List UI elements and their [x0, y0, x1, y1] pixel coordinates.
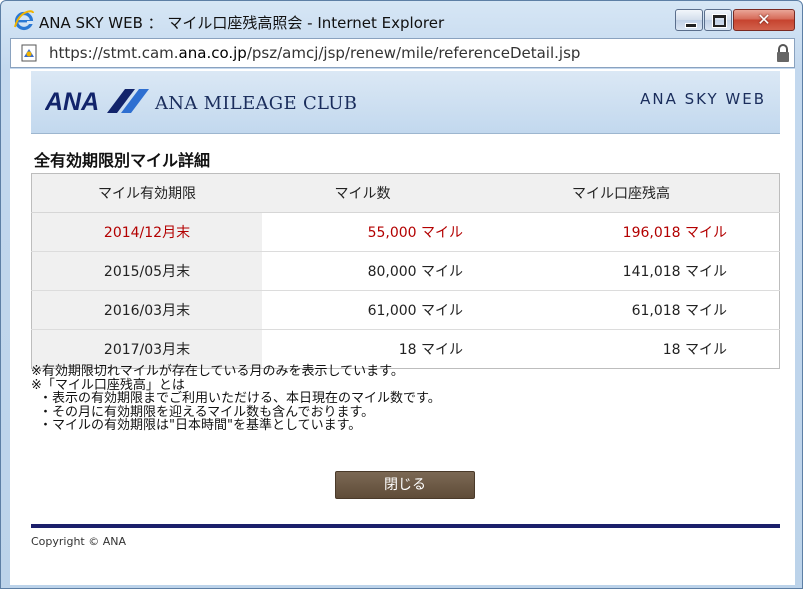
- minimize-icon: [676, 10, 702, 30]
- cell-balance: 61,018 マイル: [463, 290, 780, 330]
- url-domain: ana.co.jp: [178, 44, 247, 62]
- svg-text:ANA: ANA: [45, 88, 99, 114]
- cell-expiration: 2014/12月末: [31, 212, 262, 252]
- cell-expiration: 2015/05月末: [31, 251, 262, 291]
- address-bar[interactable]: https://stmt.cam.ana.co.jp/psz/amcj/jsp/…: [10, 38, 795, 68]
- header-miles: マイル数: [262, 173, 463, 213]
- close-button[interactable]: 閉じる: [335, 471, 475, 499]
- close-window-button[interactable]: ✕: [733, 9, 795, 31]
- internet-explorer-icon: [14, 10, 34, 31]
- mile-detail-table: マイル有効期限 マイル数 マイル口座残高 2014/12月末 55,000 マイ…: [31, 173, 780, 369]
- maximize-icon: [705, 10, 731, 30]
- mileage-club-name: ANA MILEAGE CLUB: [155, 93, 358, 114]
- cell-miles: 18 マイル: [398, 342, 463, 358]
- window-title: ANA SKY WEB ： マイル口座残高照会 - Internet Explo…: [39, 14, 445, 32]
- cell-balance: 196,018 マイル: [463, 212, 780, 252]
- table-row: 2016/03月末 61,000 マイル 61,018 マイル: [31, 290, 780, 330]
- table-row: 2014/12月末 55,000 マイル 196,018 マイル: [31, 212, 780, 252]
- site-header: ANA ANA MILEAGE CLUB ANA SKY WEB: [31, 71, 780, 134]
- copyright: Copyright © ANA: [31, 535, 127, 548]
- cell-balance: 18 マイル: [662, 342, 727, 358]
- note-line: ※有効期限切れマイルが存在している月のみを表示しています。: [31, 364, 404, 379]
- table-header-row: マイル有効期限 マイル数 マイル口座残高: [31, 173, 780, 213]
- notes: ※有効期限切れマイルが存在している月のみを表示しています。 ※「マイル口座残高」…: [31, 365, 791, 433]
- note-line: ・マイルの有効期限は"日本時間"を基準としています。: [39, 418, 362, 433]
- address-url[interactable]: https://stmt.cam.ana.co.jp/psz/amcj/jsp/…: [49, 44, 580, 62]
- ana-logo: ANA: [45, 88, 149, 114]
- page-icon: [21, 44, 37, 62]
- maximize-button[interactable]: [704, 9, 732, 31]
- page-viewport: ANA ANA MILEAGE CLUB ANA SKY WEB 全有効期限別マ…: [10, 69, 795, 585]
- cell-balance: 141,018 マイル: [463, 251, 780, 291]
- url-prefix: https://stmt.cam.: [49, 44, 179, 62]
- header-expiration: マイル有効期限: [31, 173, 262, 213]
- footer-divider: [31, 524, 780, 528]
- cell-miles: 80,000 マイル: [262, 251, 463, 291]
- cell-expiration: 2016/03月末: [31, 290, 262, 330]
- site-name: ANA SKY WEB: [640, 90, 766, 108]
- note-line: ・その月に有効期限を迎えるマイル数も含んでおります。: [39, 404, 375, 420]
- cell-expiration: 2017/03月末: [31, 329, 262, 369]
- header-balance: マイル口座残高: [463, 173, 780, 213]
- cell-miles: 61,000 マイル: [262, 290, 463, 330]
- close-icon: ✕: [757, 10, 771, 29]
- table-row: 2015/05月末 80,000 マイル 141,018 マイル: [31, 251, 780, 291]
- table-row: 2017/03月末 18 マイル 18 マイル: [31, 329, 780, 369]
- page-title: 全有効期限別マイル詳細: [34, 151, 211, 170]
- minimize-button[interactable]: [675, 9, 703, 31]
- cell-miles: 55,000 マイル: [262, 212, 463, 252]
- browser-window: ANA SKY WEB ： マイル口座残高照会 - Internet Explo…: [0, 0, 803, 589]
- url-path: /psz/amcj/jsp/renew/mile/referenceDetail…: [246, 44, 581, 62]
- title-bar[interactable]: ANA SKY WEB ： マイル口座残高照会 - Internet Explo…: [1, 1, 802, 37]
- note-line: ・表示の有効期限までご利用いただける、本日現在のマイル数です。: [39, 391, 441, 406]
- lock-icon[interactable]: [775, 43, 791, 63]
- note-line: ※「マイル口座残高」とは: [31, 377, 185, 393]
